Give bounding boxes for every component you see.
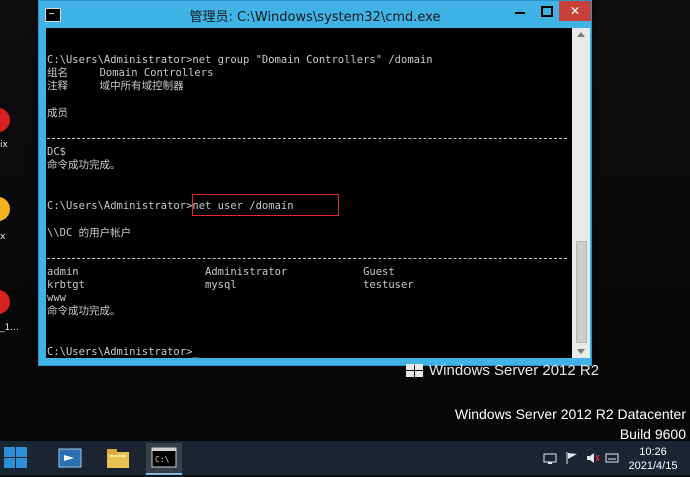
desktop-icon-label: x xyxy=(0,232,6,242)
server-manager-button[interactable] xyxy=(52,443,88,473)
cmd-window[interactable]: 管理员: C:\Windows\system32\cmd.exe ✕ C:\Us… xyxy=(38,0,592,366)
desktop-icon-label: ix xyxy=(0,140,8,150)
console-line: 组名 Domain Controllers xyxy=(47,67,214,79)
keyboard-icon[interactable] xyxy=(605,451,619,465)
network-icon[interactable] xyxy=(543,451,557,465)
desktop-icon-1[interactable] xyxy=(0,108,10,132)
scroll-up-icon[interactable] xyxy=(577,32,585,37)
desktop-icon-label: _1... xyxy=(0,323,19,333)
svg-text:C:\: C:\ xyxy=(155,455,170,464)
separator-line xyxy=(47,258,567,259)
build-text: Build 9600 xyxy=(619,426,686,442)
folder-icon xyxy=(107,449,129,468)
title-bar[interactable]: 管理员: C:\Windows\system32\cmd.exe ✕ xyxy=(39,1,591,28)
edition-text: Windows Server 2012 R2 Datacenter xyxy=(454,406,686,422)
file-explorer-button[interactable] xyxy=(100,443,136,473)
minimize-button[interactable] xyxy=(507,1,533,21)
server-manager-icon xyxy=(58,448,82,468)
console-line: 注释 域中所有域控制器 xyxy=(47,80,184,92)
console-line: www xyxy=(47,292,66,304)
product-name: Windows Server 2012 R2 xyxy=(429,362,600,379)
scroll-down-icon[interactable] xyxy=(577,349,585,354)
command-prompt-icon: C:\ xyxy=(151,447,177,468)
clock-time: 10:26 xyxy=(639,446,667,458)
highlight-box xyxy=(192,194,339,216)
vertical-scrollbar[interactable] xyxy=(572,28,590,358)
console-line: admin Administrator Guest xyxy=(47,266,395,278)
console-line: 命令成功完成。 xyxy=(47,305,121,317)
close-button[interactable]: ✕ xyxy=(559,1,591,21)
maximize-button[interactable] xyxy=(533,1,559,21)
flag-icon[interactable] xyxy=(565,451,579,465)
speaker-icon[interactable] xyxy=(586,451,600,465)
console-prompt: C:\Users\Administrator>_ xyxy=(47,346,199,358)
start-button[interactable] xyxy=(4,447,28,469)
clock-date: 2021/4/15 xyxy=(628,460,678,472)
scrollbar-thumb[interactable] xyxy=(576,241,587,343)
desktop-icon-3[interactable] xyxy=(0,290,10,314)
desktop-icon-2[interactable] xyxy=(0,197,10,221)
console-line: krbtgt mysql testuser xyxy=(47,279,414,291)
command-prompt-button[interactable]: C:\ xyxy=(146,443,182,475)
console-output[interactable]: C:\Users\Administrator>net group "Domain… xyxy=(46,28,572,358)
taskbar: C:\ xyxy=(0,441,690,475)
taskbar-clock[interactable]: 10:26 2021/4/15 xyxy=(620,445,686,473)
separator-line xyxy=(47,138,567,139)
windows-logo-icon xyxy=(406,364,424,378)
console-line: 命令成功完成。 xyxy=(47,159,121,171)
console-line: DC$ xyxy=(47,146,66,158)
console-line: C:\Users\Administrator>net group "Domain… xyxy=(47,54,433,66)
console-line: 成员 xyxy=(47,107,68,119)
maximize-icon xyxy=(541,6,553,17)
minimize-icon xyxy=(515,12,525,14)
console-line: \\DC 的用户帐户 xyxy=(47,227,132,239)
